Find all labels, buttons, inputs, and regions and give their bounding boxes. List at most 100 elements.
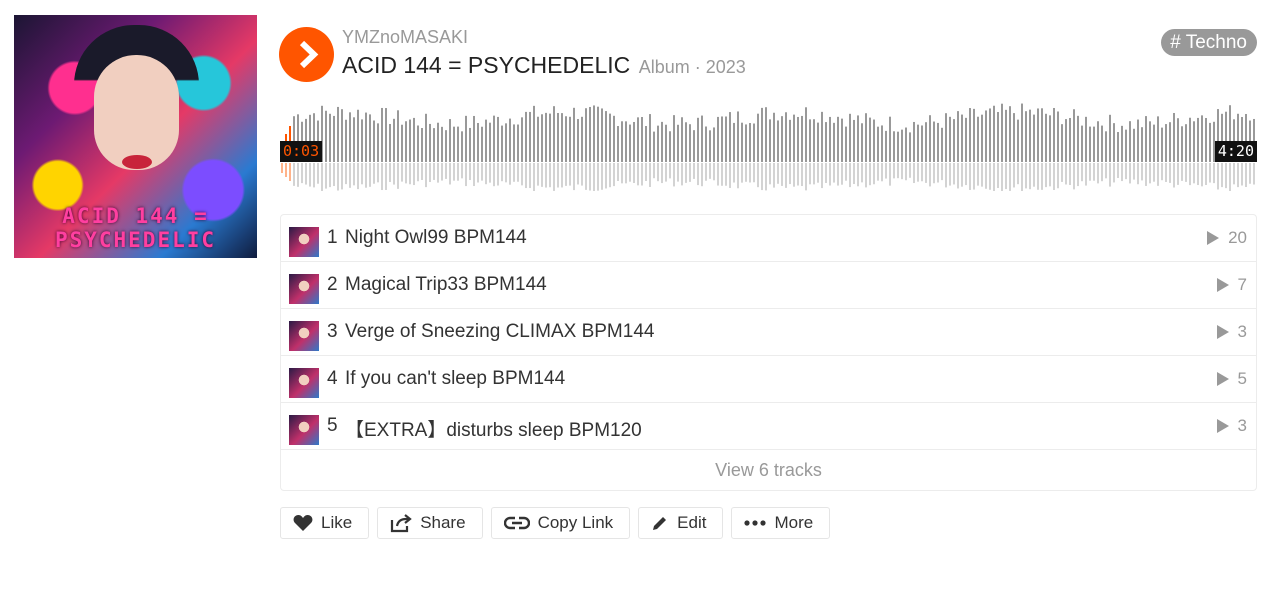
track-row[interactable]: 1 Night Owl99 BPM144 20 — [281, 215, 1256, 262]
track-row[interactable]: 2 Magical Trip33 BPM144 7 — [281, 262, 1256, 309]
waveform-bar — [1029, 109, 1031, 162]
edit-button[interactable]: Edit — [638, 507, 724, 539]
waveform-bar — [465, 115, 467, 162]
track-list: 1 Night Owl99 BPM144 20 2 Magical Trip33 BPM… — [280, 214, 1257, 491]
waveform-reflection-bar — [573, 163, 575, 191]
waveform-bar — [809, 119, 811, 162]
waveform-bar — [1173, 112, 1175, 162]
waveform-bar — [541, 114, 543, 162]
waveform-reflection-bar — [281, 163, 283, 173]
waveform-bar — [597, 106, 599, 162]
track-thumbnail[interactable] — [289, 227, 319, 257]
waveform-reflection-bar — [1169, 163, 1171, 183]
track-row[interactable]: 5 【EXTRA】disturbs sleep BPM120 3 — [281, 403, 1256, 450]
waveform-reflection-bar — [729, 163, 731, 188]
waveform-reflection-bar — [961, 163, 963, 187]
waveform-reflection-bar — [361, 163, 363, 185]
waveform-reflection-bar — [721, 163, 723, 186]
waveform-bar — [685, 122, 687, 162]
waveform-bar — [1057, 111, 1059, 162]
waveform-reflection-bar — [405, 163, 407, 184]
waveform-reflection-bar — [429, 163, 431, 183]
waveform-reflection-bar — [1053, 163, 1055, 191]
waveform-bar — [501, 125, 503, 162]
waveform-reflection-bar — [1181, 163, 1183, 181]
waveform-bar — [441, 126, 443, 162]
waveform-bar — [669, 131, 671, 162]
waveform-reflection-bar — [801, 163, 803, 187]
artist-name[interactable]: YMZnoMASAKI — [342, 27, 468, 48]
waveform-reflection-bar — [1185, 163, 1187, 182]
waveform-reflection-bar — [473, 163, 475, 187]
like-button[interactable]: Like — [280, 507, 370, 539]
waveform-bar — [1209, 122, 1211, 162]
play-count-icon — [1216, 372, 1229, 386]
waveform-bar — [561, 113, 563, 162]
share-button[interactable]: Share — [377, 507, 483, 539]
track-title[interactable]: Night Owl99 BPM144 — [345, 227, 527, 249]
waveform-bar — [749, 123, 751, 162]
waveform-bar — [793, 114, 795, 162]
track-title[interactable]: If you can't sleep BPM144 — [345, 368, 565, 390]
waveform-bar — [549, 113, 551, 162]
waveform-reflection-bar — [957, 163, 959, 189]
waveform-reflection-bar — [1101, 163, 1103, 182]
play-button[interactable] — [279, 27, 334, 82]
waveform-reflection-bar — [1013, 163, 1015, 188]
play-count-value: 5 — [1237, 369, 1247, 388]
waveform-bar — [973, 108, 975, 162]
waveform-bar — [733, 122, 735, 162]
waveform-bar — [805, 107, 807, 162]
track-title[interactable]: Verge of Sneezing CLIMAX BPM144 — [345, 321, 654, 343]
waveform-bar — [957, 111, 959, 162]
track-play-count: 7 — [1216, 275, 1247, 295]
waveform-reflection-bar — [965, 163, 967, 186]
track-row[interactable]: 3 Verge of Sneezing CLIMAX BPM144 3 — [281, 309, 1256, 356]
waveform-bar — [373, 120, 375, 162]
waveform-reflection-bar — [649, 163, 651, 187]
waveform-bar — [681, 117, 683, 162]
waveform-reflection-bar — [845, 163, 847, 181]
waveform-reflection-bar — [1241, 163, 1243, 186]
track-thumbnail[interactable] — [289, 274, 319, 304]
waveform-reflection-bar — [1209, 163, 1211, 183]
waveform-reflection-bar — [1193, 163, 1195, 184]
waveform-bar — [1185, 124, 1187, 162]
track-thumbnail[interactable] — [289, 321, 319, 351]
waveform-bar — [897, 131, 899, 162]
waveform-bar — [585, 108, 587, 162]
waveform-reflection-bar — [937, 163, 939, 183]
waveform-reflection-bar — [1229, 163, 1231, 191]
waveform-bar — [877, 126, 879, 162]
share-icon — [391, 514, 412, 533]
waveform-reflection-bar — [449, 163, 451, 185]
track-thumbnail[interactable] — [289, 415, 319, 445]
album-title[interactable]: ACID 144 = PSYCHEDELIC — [342, 52, 630, 78]
waveform-bar — [489, 122, 491, 162]
genre-tag[interactable]: # Techno — [1161, 29, 1257, 56]
waveform-reflection-bar — [813, 163, 815, 185]
action-bar: Like Share Copy Link Edit More — [280, 507, 831, 539]
track-thumbnail[interactable] — [289, 368, 319, 398]
artwork-face — [94, 55, 179, 170]
copy-link-button[interactable]: Copy Link — [490, 507, 631, 539]
view-all-tracks-link[interactable]: View 6 tracks — [281, 450, 1256, 490]
waveform[interactable] — [281, 100, 1257, 192]
track-row[interactable]: 4 If you can't sleep BPM144 5 — [281, 356, 1256, 403]
waveform-reflection-bar — [737, 163, 739, 189]
waveform-reflection-bar — [669, 163, 671, 179]
edit-label: Edit — [677, 513, 707, 532]
waveform-bar — [841, 118, 843, 162]
track-title[interactable]: 【EXTRA】disturbs sleep BPM120 — [345, 415, 642, 442]
waveform-bar — [933, 121, 935, 162]
waveform-reflection-bar — [401, 163, 403, 182]
more-button[interactable]: More — [731, 507, 831, 539]
waveform-bar — [697, 117, 699, 162]
waveform-bar — [661, 121, 663, 162]
waveform-reflection-bar — [589, 163, 591, 191]
waveform-bar — [497, 116, 499, 162]
album-artwork[interactable]: ACID 144 = PSYCHEDELIC — [14, 15, 257, 258]
track-title[interactable]: Magical Trip33 BPM144 — [345, 274, 547, 296]
waveform-bar — [493, 115, 495, 162]
waveform-reflection-bar — [901, 163, 903, 180]
